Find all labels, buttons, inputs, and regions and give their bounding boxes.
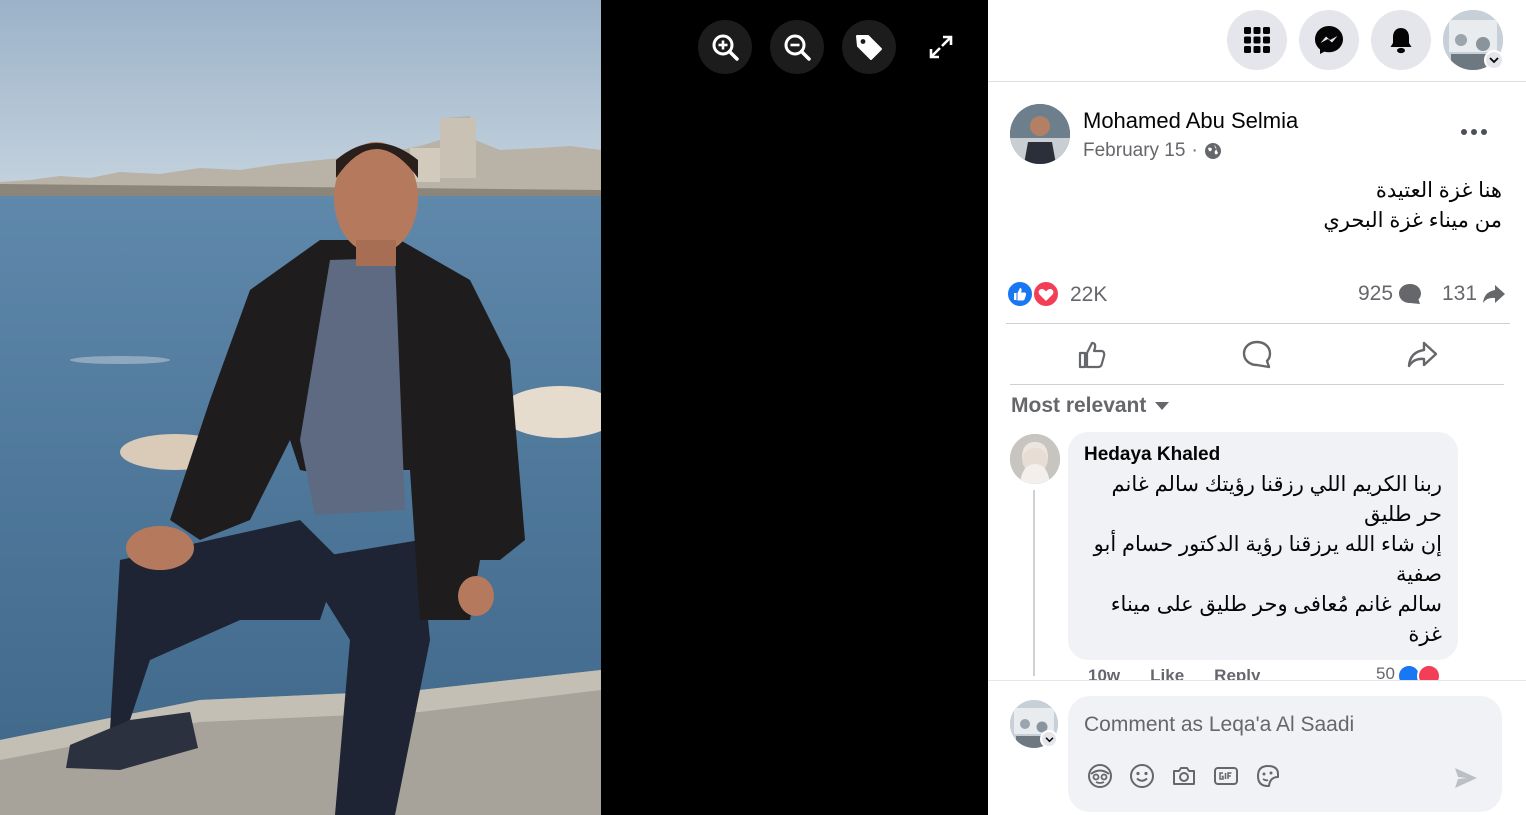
comment-bubble: Hedaya Khaled ربنا الكريم اللي رزقنا رؤي…: [1068, 432, 1458, 660]
post-date[interactable]: February 15: [1083, 140, 1185, 162]
post-text-line: هنا غزة العتيدة: [1375, 179, 1502, 202]
more-options-icon: [1461, 129, 1487, 135]
comment-sort-label: Most relevant: [1011, 394, 1147, 417]
comments-bottom-divider: [988, 680, 1526, 681]
account-menu-chevron[interactable]: [1484, 50, 1504, 70]
comment-reaction-icons: [1396, 664, 1441, 680]
composer-identity-chevron[interactable]: [1040, 730, 1058, 748]
tag-photo-button[interactable]: [842, 20, 896, 74]
emoji-icon: [1130, 764, 1154, 788]
comment-composer: [1010, 696, 1510, 814]
author-avatar-image: [1010, 104, 1070, 164]
composer-tools: [1086, 762, 1282, 790]
viewer-toolbar: [698, 20, 968, 74]
like-thumb-icon: [1079, 341, 1106, 369]
fullscreen-icon: [929, 35, 953, 59]
post-text: هنا غزة العتيدة من ميناء غزة البحري: [1022, 176, 1502, 236]
comments-count-value: 925: [1358, 282, 1394, 305]
shares-count[interactable]: 131: [1442, 282, 1507, 306]
camera-icon: [1173, 767, 1195, 785]
shares-count-value: 131: [1442, 282, 1478, 305]
love-reaction-icon: [1416, 664, 1441, 680]
gif-icon: [1214, 767, 1238, 785]
avatar-sticker-icon: [1088, 764, 1112, 788]
comment-icon: [1242, 340, 1272, 369]
share-button[interactable]: [1339, 330, 1504, 380]
comment-text: ربنا الكريم اللي رزقنا رؤيتك سالم غانم ح…: [1084, 470, 1442, 650]
reactions-count[interactable]: 22K: [1070, 283, 1107, 307]
comment-reactions[interactable]: 50: [1376, 664, 1441, 680]
comment-bubble-icon: [1399, 284, 1422, 304]
chevron-down-icon: [1489, 57, 1499, 64]
actions-divider: [1010, 384, 1504, 385]
meta-separator: ·: [1191, 140, 1198, 161]
top-navigation: [988, 0, 1526, 82]
photo-viewer: Mohamed Abu Selmia February 15 · هنا غزة…: [0, 0, 1526, 815]
menu-button[interactable]: [1227, 10, 1287, 70]
post-text-line: من ميناء غزة البحري: [1323, 209, 1502, 232]
sticker-icon: [1257, 765, 1279, 787]
comment-text-line: حر طليق: [1364, 503, 1442, 526]
zoom-in-button[interactable]: [698, 20, 752, 74]
commenter-avatar[interactable]: [1010, 434, 1060, 484]
comment-sort-dropdown[interactable]: Most relevant: [1011, 394, 1170, 418]
zoom-out-button[interactable]: [770, 20, 824, 74]
comment-text-line: ربنا الكريم اللي رزقنا رؤيتك سالم غانم: [1111, 473, 1442, 496]
comment-text-line: غزة: [1408, 623, 1442, 646]
globe-icon[interactable]: [1204, 142, 1222, 160]
send-icon: [1455, 768, 1477, 788]
comment-text-line: إن شاء الله يرزقنا رؤية الدكتور حسام أبو: [1093, 533, 1442, 556]
comment-like-button[interactable]: Like: [1150, 666, 1184, 680]
notifications-button[interactable]: [1371, 10, 1431, 70]
zoom-out-icon: [784, 34, 811, 61]
comment-actions: 10w Like Reply: [1088, 666, 1260, 680]
comment-input[interactable]: [1084, 710, 1484, 740]
emoji-button[interactable]: [1128, 762, 1156, 790]
fullscreen-button[interactable]: [914, 20, 968, 74]
post-stats: 22K 925 131: [1006, 278, 1510, 312]
like-reaction-icon: [1396, 664, 1421, 680]
stats-divider: [1006, 323, 1510, 324]
reaction-icons[interactable]: [1006, 280, 1062, 308]
comment-thread-line: [1033, 490, 1035, 676]
post-panel: Mohamed Abu Selmia February 15 · هنا غزة…: [988, 0, 1526, 815]
menu-grid-icon: [1244, 27, 1270, 53]
sticker-button[interactable]: [1254, 762, 1282, 790]
commenter-avatar-image: [1010, 434, 1060, 484]
gif-button[interactable]: [1212, 762, 1240, 790]
share-icon: [1407, 341, 1437, 368]
notifications-bell-icon: [1390, 28, 1412, 54]
comment-text-line: سالم غانم مُعافى وحر طليق على ميناء: [1110, 593, 1442, 616]
comment-reactions-count: 50: [1376, 664, 1395, 680]
like-button[interactable]: [1010, 330, 1175, 380]
comment-time[interactable]: 10w: [1088, 666, 1120, 680]
post-meta: February 15 ·: [1083, 140, 1222, 162]
chevron-down-icon: [1044, 736, 1054, 742]
post-photo[interactable]: [0, 0, 601, 815]
zoom-in-icon: [712, 34, 739, 61]
tag-icon: [856, 35, 882, 60]
author-avatar[interactable]: [1010, 104, 1070, 164]
messenger-button[interactable]: [1299, 10, 1359, 70]
comment-text-line: صفية: [1395, 563, 1442, 586]
comment-reply-button[interactable]: Reply: [1214, 666, 1260, 680]
avatar-sticker-button[interactable]: [1086, 762, 1114, 790]
send-comment-button[interactable]: [1452, 764, 1480, 792]
post-header: Mohamed Abu Selmia February 15 ·: [1010, 104, 1510, 168]
post-options-button[interactable]: [1450, 112, 1498, 152]
share-arrow-icon: [1483, 285, 1506, 303]
photo-button[interactable]: [1170, 762, 1198, 790]
comments-count[interactable]: 925: [1358, 282, 1423, 306]
photo-image: [0, 0, 601, 815]
comment-button[interactable]: [1175, 330, 1340, 380]
comment-input-box: [1068, 696, 1502, 812]
messenger-icon: [1315, 26, 1343, 54]
comment-author[interactable]: Hedaya Khaled: [1084, 444, 1442, 466]
post-actions: [1010, 330, 1504, 380]
viewer-backdrop: [601, 0, 988, 815]
caret-down-icon: [1155, 402, 1170, 410]
post-author-name[interactable]: Mohamed Abu Selmia: [1083, 108, 1298, 134]
